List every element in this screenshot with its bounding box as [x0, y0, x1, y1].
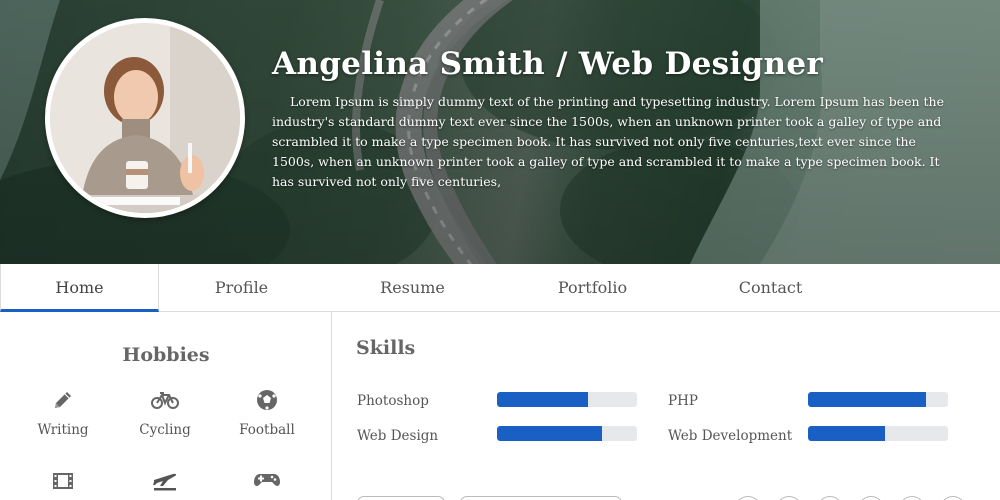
skill-label-web-development: Web Development — [668, 428, 793, 444]
profile-bio: Lorem Ipsum is simply dummy text of the … — [272, 94, 944, 189]
nav-tab-resume[interactable]: Resume — [330, 264, 495, 312]
skill-bar-fill — [497, 426, 602, 441]
skill-bar-fill — [497, 392, 588, 407]
nav-tab-profile[interactable]: Profile — [159, 264, 324, 312]
pencil-icon — [55, 392, 71, 408]
skill-bar-php — [808, 392, 948, 407]
film-icon — [53, 473, 73, 489]
hobby-label: Writing — [37, 422, 89, 438]
bicycle-icon — [151, 392, 179, 409]
skill-label-web-design: Web Design — [357, 428, 439, 444]
social-button-4[interactable] — [858, 496, 884, 500]
hobby-cycling: Cycling — [110, 388, 220, 438]
skill-bar-web-development — [808, 426, 948, 441]
avatar — [45, 18, 245, 218]
social-button-3[interactable] — [817, 496, 843, 500]
nav-tab-home[interactable]: Home — [0, 264, 159, 312]
social-button-5[interactable] — [899, 496, 925, 500]
skill-bar-photoshop — [497, 392, 637, 407]
hobby-label: Football — [239, 422, 295, 438]
social-button-2[interactable] — [776, 496, 802, 500]
hobby-travel — [110, 468, 220, 500]
skill-label-photoshop: Photoshop — [357, 393, 429, 409]
hobby-label: Cycling — [139, 422, 191, 438]
social-button-6[interactable] — [940, 496, 966, 500]
hobby-film — [8, 470, 118, 500]
hobby-writing: Writing — [8, 388, 118, 438]
main-navigation: Home Profile Resume Portfolio Contact — [0, 264, 1000, 312]
nav-tab-contact[interactable]: Contact — [688, 264, 853, 312]
bottom-button-1[interactable] — [357, 496, 445, 500]
hobby-gaming — [212, 470, 322, 500]
skill-label-php: PHP — [668, 393, 698, 409]
skill-bar-fill — [808, 426, 885, 441]
football-icon — [257, 390, 277, 410]
profile-banner: Angelina Smith / Web Designer Lorem Ipsu… — [0, 0, 1000, 264]
skill-bar-fill — [808, 392, 926, 407]
profile-photo — [50, 23, 240, 213]
social-button-1[interactable] — [735, 496, 761, 500]
hobbies-heading: Hobbies — [122, 344, 210, 366]
skill-bar-web-design — [497, 426, 637, 441]
airplane-icon — [153, 473, 177, 491]
bottom-button-2[interactable] — [460, 496, 622, 500]
gamepad-icon — [254, 474, 280, 486]
profile-name-title: Angelina Smith / Web Designer — [272, 46, 823, 82]
nav-tab-portfolio[interactable]: Portfolio — [510, 264, 675, 312]
hobby-football: Football — [212, 388, 322, 438]
hobbies-panel: Hobbies Writing Cycling Football — [0, 312, 332, 500]
skills-heading: Skills — [356, 337, 416, 359]
